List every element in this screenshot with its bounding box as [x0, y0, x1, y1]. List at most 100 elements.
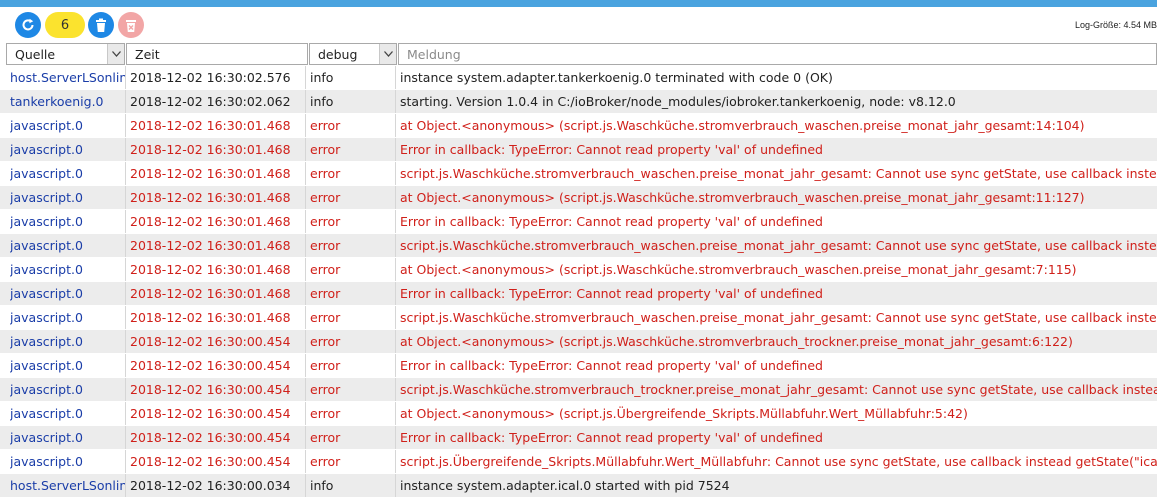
column-separator: [395, 234, 396, 257]
column-separator: [395, 90, 396, 113]
time-filter-placeholder: Zeit: [135, 47, 160, 62]
column-separator: [395, 210, 396, 233]
log-time: 2018-12-02 16:30:00.454: [130, 358, 291, 373]
log-source: javascript.0: [10, 238, 83, 253]
source-filter-select[interactable]: Quelle: [6, 43, 125, 65]
log-message: script.js.Waschküche.stromverbrauch_troc…: [400, 382, 1157, 397]
log-row: host.ServerLSonline 2018-12-02 16:30:00.0…: [0, 474, 1157, 498]
log-time: 2018-12-02 16:30:01.468: [130, 310, 291, 325]
refresh-button[interactable]: [15, 12, 41, 38]
column-separator: [395, 426, 396, 449]
column-separator: [395, 378, 396, 401]
column-separator: [125, 282, 126, 305]
log-time: 2018-12-02 16:30:01.468: [130, 262, 291, 277]
column-separator: [305, 426, 306, 449]
column-separator: [125, 378, 126, 401]
column-separator: [305, 210, 306, 233]
log-time: 2018-12-02 16:30:02.576: [130, 70, 291, 85]
column-separator: [395, 306, 396, 329]
log-time: 2018-12-02 16:30:01.468: [130, 118, 291, 133]
time-filter-input[interactable]: Zeit: [126, 43, 308, 65]
refresh-icon: [20, 17, 36, 33]
log-message: Error in callback: TypeError: Cannot rea…: [400, 358, 823, 373]
log-row: javascript.0 2018-12-02 16:30:00.454 error…: [0, 450, 1157, 474]
chevron-down-icon[interactable]: [107, 44, 124, 64]
clear-log-button[interactable]: [88, 12, 114, 38]
delete-log-file-button[interactable]: [118, 12, 144, 38]
log-severity: info: [310, 94, 334, 109]
log-row: javascript.0 2018-12-02 16:30:00.454 error…: [0, 378, 1157, 402]
count-label: 6: [60, 17, 70, 33]
column-separator: [305, 330, 306, 353]
column-separator: [125, 186, 126, 209]
column-separator: [305, 306, 306, 329]
log-source: javascript.0: [10, 190, 83, 205]
log-message: Error in callback: TypeError: Cannot rea…: [400, 142, 823, 157]
log-severity: error: [310, 262, 341, 277]
column-separator: [125, 450, 126, 473]
log-message: Error in callback: TypeError: Cannot rea…: [400, 430, 823, 445]
log-message: at Object.<anonymous> (script.js.Übergre…: [400, 406, 968, 421]
severity-filter-select[interactable]: debug: [309, 43, 397, 65]
log-message: script.js.Übergreifende_Skripts.Müllabfu…: [400, 454, 1157, 469]
log-source: javascript.0: [10, 406, 83, 421]
log-time: 2018-12-02 16:30:01.468: [130, 166, 291, 181]
column-separator: [305, 114, 306, 137]
new-messages-count-button[interactable]: 6: [45, 12, 85, 38]
log-time: 2018-12-02 16:30:00.454: [130, 334, 291, 349]
log-source: javascript.0: [10, 286, 83, 301]
column-separator: [305, 450, 306, 473]
filter-row: Quelle Zeit debug Meldung: [0, 43, 1157, 67]
column-separator: [125, 258, 126, 281]
log-source: javascript.0: [10, 118, 83, 133]
log-row: javascript.0 2018-12-02 16:30:01.468 error…: [0, 138, 1157, 162]
log-source: javascript.0: [10, 358, 83, 373]
log-source: javascript.0: [10, 166, 83, 181]
column-separator: [305, 378, 306, 401]
column-separator: [395, 66, 396, 89]
log-row: javascript.0 2018-12-02 16:30:00.454 error…: [0, 354, 1157, 378]
log-message: at Object.<anonymous> (script.js.Waschkü…: [400, 190, 1085, 205]
message-filter-input[interactable]: Meldung: [398, 43, 1157, 65]
column-separator: [305, 90, 306, 113]
column-separator: [395, 258, 396, 281]
column-separator: [125, 114, 126, 137]
column-separator: [305, 402, 306, 425]
column-separator: [125, 402, 126, 425]
column-separator: [125, 330, 126, 353]
column-separator: [395, 282, 396, 305]
trash-icon: [94, 18, 108, 33]
log-severity: error: [310, 430, 341, 445]
column-separator: [125, 234, 126, 257]
log-size-label: Log-Größe: 4.54 MB: [1074, 20, 1157, 30]
column-separator: [395, 450, 396, 473]
log-severity: error: [310, 358, 341, 373]
source-filter-label: Quelle: [15, 47, 56, 62]
column-separator: [125, 210, 126, 233]
log-source: host.ServerLSonline: [10, 478, 125, 493]
column-separator: [125, 90, 126, 113]
column-separator: [395, 354, 396, 377]
column-separator: [305, 66, 306, 89]
top-accent-bar: [0, 0, 1157, 7]
log-source: host.ServerLSonline: [10, 70, 125, 85]
message-filter-placeholder: Meldung: [407, 47, 461, 62]
column-separator: [395, 114, 396, 137]
chevron-down-icon[interactable]: [379, 44, 396, 64]
log-severity: error: [310, 166, 341, 181]
column-separator: [305, 474, 306, 497]
log-message: script.js.Waschküche.stromverbrauch_wasc…: [400, 310, 1157, 325]
log-severity: info: [310, 70, 334, 85]
log-severity: error: [310, 238, 341, 253]
log-time: 2018-12-02 16:30:02.062: [130, 94, 291, 109]
log-source: javascript.0: [10, 262, 83, 277]
log-row: javascript.0 2018-12-02 16:30:01.468 error…: [0, 258, 1157, 282]
log-message: instance system.adapter.ical.0 started w…: [400, 478, 730, 493]
column-separator: [305, 258, 306, 281]
log-source: javascript.0: [10, 310, 83, 325]
log-row: host.ServerLSonline 2018-12-02 16:30:02.5…: [0, 66, 1157, 90]
log-time: 2018-12-02 16:30:00.454: [130, 454, 291, 469]
log-message: at Object.<anonymous> (script.js.Waschkü…: [400, 334, 1073, 349]
column-separator: [395, 474, 396, 497]
log-severity: error: [310, 406, 341, 421]
